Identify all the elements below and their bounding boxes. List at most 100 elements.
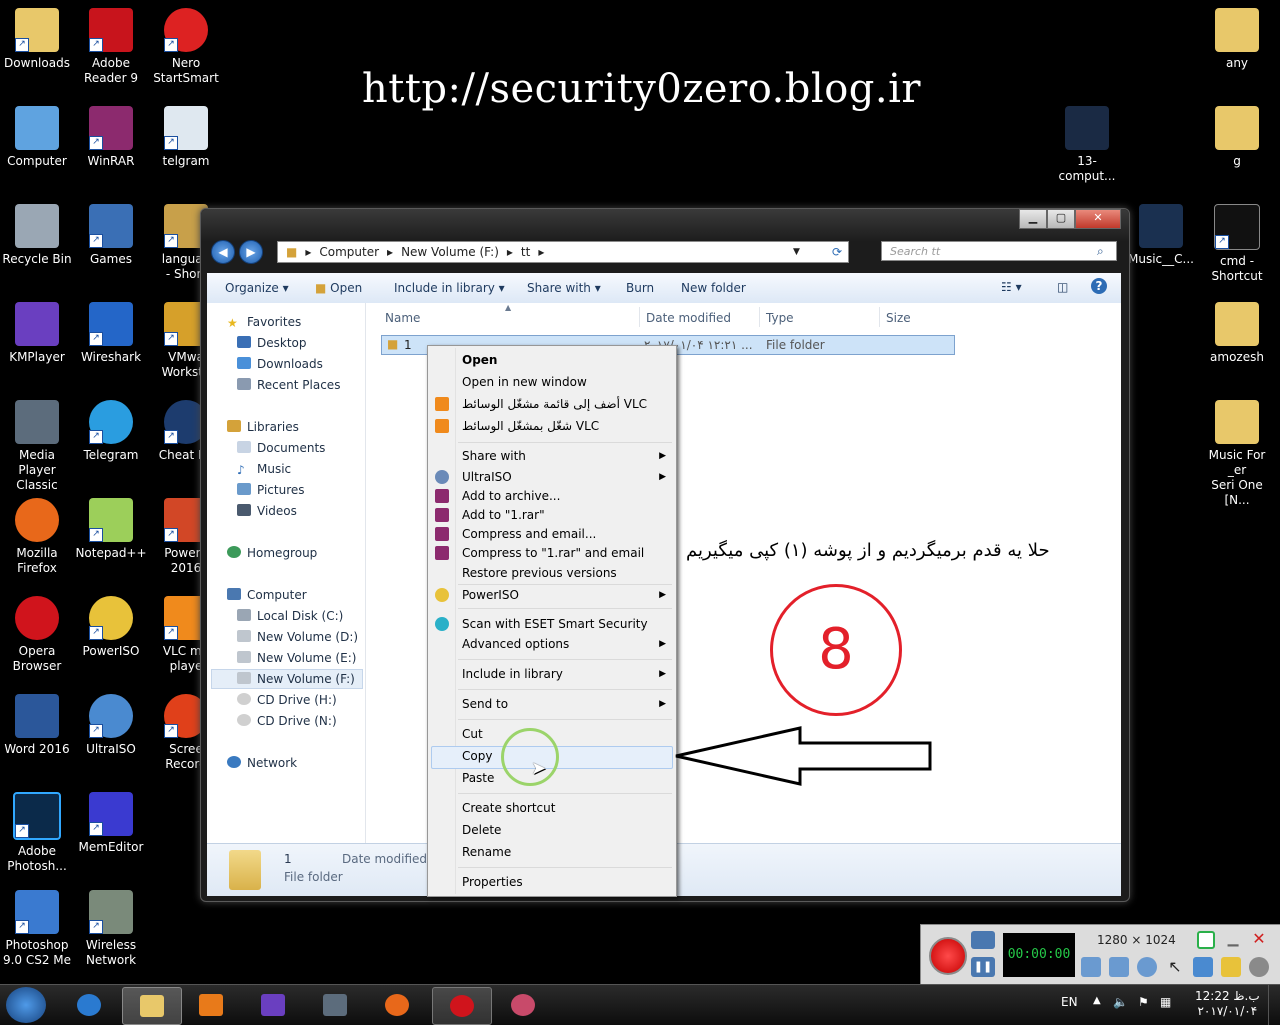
menu-item-scan-eset[interactable]: Scan with ESET Smart Security xyxy=(462,617,648,631)
desktop-icon-notepad-plus-plus[interactable]: ↗ Notepad++ xyxy=(74,498,148,561)
nav-new-volume-f[interactable]: New Volume (F:) xyxy=(237,672,355,686)
include-in-library-button[interactable]: Include in library ▾ xyxy=(394,281,505,295)
nav-favorites[interactable]: ★ Favorites xyxy=(227,315,301,330)
menu-item-open[interactable]: Open xyxy=(462,353,497,367)
webcam-icon[interactable] xyxy=(1137,957,1157,977)
menu-item-restore-previous[interactable]: Restore previous versions xyxy=(462,566,617,580)
nav-cd-drive-h[interactable]: CD Drive (H:) xyxy=(237,693,337,707)
nav-new-volume-e[interactable]: New Volume (E:) xyxy=(237,651,356,665)
desktop-icon-telgram[interactable]: ↗ telgram xyxy=(149,106,223,169)
desktop-icon-media-player-classic[interactable]: Media Player Classic xyxy=(0,400,74,493)
organize-button[interactable]: Organize ▾ xyxy=(225,281,289,295)
help-icon[interactable]: ? xyxy=(1091,278,1107,294)
menu-item-vlc-add-playlist[interactable]: أضف إلى قائمة مشغّل الوسائط VLC xyxy=(462,397,647,411)
nav-network[interactable]: Network xyxy=(227,756,297,770)
taskbar-explorer[interactable] xyxy=(122,987,182,1025)
burn-button[interactable]: Burn xyxy=(626,281,654,295)
nav-music[interactable]: ♪ Music xyxy=(237,462,291,477)
menu-item-compress-email[interactable]: Compress and email... xyxy=(462,527,596,541)
close-button[interactable]: ✕ xyxy=(1075,209,1121,229)
breadcrumb-tt[interactable]: tt xyxy=(521,245,530,259)
menu-item-copy[interactable]: Copy xyxy=(462,749,492,763)
pause-icon[interactable]: ❚❚ xyxy=(971,957,995,977)
nav-recent-places[interactable]: Recent Places xyxy=(237,378,340,392)
network-tray-icon[interactable]: ▦ xyxy=(1160,995,1171,1009)
column-divider[interactable] xyxy=(879,307,880,327)
desktop-icon-poweriso[interactable]: ↗ PowerISO xyxy=(74,596,148,659)
menu-item-advanced-options[interactable]: Advanced options xyxy=(462,637,569,651)
desktop-icon-ultraiso[interactable]: ↗ UltraISO xyxy=(74,694,148,757)
desktop-icon-recycle-bin[interactable]: Recycle Bin xyxy=(0,204,74,267)
desktop-icon-photoshop[interactable]: ↗ Adobe Photosh... xyxy=(0,792,74,874)
taskbar-media-player-classic[interactable] xyxy=(306,987,364,1023)
close-icon[interactable]: ✕ xyxy=(1249,929,1269,949)
speaker-icon[interactable] xyxy=(1081,957,1101,977)
menu-item-paste[interactable]: Paste xyxy=(462,771,494,785)
breadcrumb-computer[interactable]: Computer xyxy=(319,245,379,259)
address-bar[interactable]: ■ ▸ Computer ▸ New Volume (F:) ▸ tt ▸ ▼ … xyxy=(277,241,849,263)
nav-new-volume-d[interactable]: New Volume (D:) xyxy=(237,630,358,644)
taskbar-kmplayer[interactable] xyxy=(244,987,302,1023)
breadcrumb-new-volume-f[interactable]: New Volume (F:) xyxy=(401,245,499,259)
settings-icon[interactable] xyxy=(1249,957,1269,977)
minimize-icon[interactable]: ▁ xyxy=(1223,931,1243,951)
desktop-icon-telegram[interactable]: ↗ Telegram xyxy=(74,400,148,463)
menu-item-delete[interactable]: Delete xyxy=(462,823,501,837)
new-folder-button[interactable]: New folder xyxy=(681,281,746,295)
taskbar-media-player[interactable] xyxy=(182,987,240,1023)
desktop-icon-adobe-reader[interactable]: ↗ Adobe Reader 9 xyxy=(74,8,148,86)
start-button[interactable] xyxy=(6,987,46,1023)
column-divider[interactable] xyxy=(759,307,760,327)
desktop-icon-memeditor[interactable]: ↗ MemEditor xyxy=(74,792,148,855)
menu-item-open-new-window[interactable]: Open in new window xyxy=(462,375,587,389)
nav-cd-drive-n[interactable]: CD Drive (N:) xyxy=(237,714,337,728)
nav-pictures[interactable]: Pictures xyxy=(237,483,305,497)
desktop-icon-nero[interactable]: ↗ Nero StartSmart xyxy=(149,8,223,86)
nav-documents[interactable]: Documents xyxy=(237,441,325,455)
taskbar-opera[interactable] xyxy=(432,987,492,1025)
menu-item-send-to[interactable]: Send to xyxy=(462,697,508,711)
taskbar-internet-explorer[interactable] xyxy=(60,987,118,1023)
nav-homegroup[interactable]: Homegroup xyxy=(227,546,317,560)
desktop-icon-games[interactable]: ↗ Games xyxy=(74,204,148,267)
nav-videos[interactable]: Videos xyxy=(237,504,297,518)
show-desktop-button[interactable] xyxy=(1268,985,1280,1025)
taskbar-firefox[interactable] xyxy=(368,987,426,1023)
desktop-icon-any[interactable]: any xyxy=(1200,8,1274,71)
nav-local-disk-c[interactable]: Local Disk (C:) xyxy=(237,609,343,623)
search-icon[interactable]: ⌕ xyxy=(1097,244,1104,259)
menu-item-properties[interactable]: Properties xyxy=(462,875,523,889)
back-button[interactable]: ◀ xyxy=(211,240,235,264)
menu-item-rename[interactable]: Rename xyxy=(462,845,511,859)
desktop-icon-photoshop-cs2[interactable]: ↗ Photoshop 9.0 CS2 Me xyxy=(0,890,74,968)
menu-item-vlc-play[interactable]: شغّل بمشغّل الوسائط VLC xyxy=(462,419,599,433)
desktop-icon-13-computer[interactable]: 13-comput... xyxy=(1050,106,1124,184)
volume-icon[interactable]: 🔈 xyxy=(1113,995,1128,1009)
taskbar-snipping-tool[interactable] xyxy=(494,987,552,1023)
desktop-icon-word[interactable]: Word 2016 xyxy=(0,694,74,757)
desktop-icon-g[interactable]: g xyxy=(1200,106,1274,169)
view-options-icon[interactable]: ☷ ▾ xyxy=(1001,280,1022,294)
nav-desktop[interactable]: Desktop xyxy=(237,336,307,350)
desktop-icon-amozesh[interactable]: amozesh xyxy=(1200,302,1274,365)
menu-item-add-to-archive[interactable]: Add to archive... xyxy=(462,489,560,503)
desktop-icon-opera[interactable]: Opera Browser xyxy=(0,596,74,674)
region-icon[interactable] xyxy=(1197,931,1215,949)
menu-item-ultraiso[interactable]: UltraISO xyxy=(462,470,512,484)
column-date-modified[interactable]: Date modified xyxy=(646,311,731,325)
menu-item-share-with[interactable]: Share with xyxy=(462,449,526,463)
column-type[interactable]: Type xyxy=(766,311,794,325)
minimize-button[interactable]: ▁ xyxy=(1019,209,1047,229)
preview-pane-icon[interactable]: ◫ xyxy=(1057,280,1068,294)
column-name[interactable]: Name xyxy=(385,311,420,325)
cursor-icon[interactable]: ↖ xyxy=(1165,957,1185,977)
language-indicator[interactable]: EN xyxy=(1061,995,1078,1009)
desktop-icon-wireshark[interactable]: ↗ Wireshark xyxy=(74,302,148,365)
menu-item-add-to-rar[interactable]: Add to "1.rar" xyxy=(462,508,545,522)
search-input[interactable]: Search tt xyxy=(881,241,1117,261)
address-dropdown-icon[interactable]: ▼ xyxy=(793,247,800,257)
action-center-icon[interactable]: ⚑ xyxy=(1138,995,1149,1009)
refresh-icon[interactable]: ⟳ xyxy=(832,245,842,259)
clock[interactable]: 12:22 ب.ظ ۲۰۱۷/۰۱/۰۴ xyxy=(1195,989,1260,1019)
desktop-icon-winrar[interactable]: ↗ WinRAR xyxy=(74,106,148,169)
